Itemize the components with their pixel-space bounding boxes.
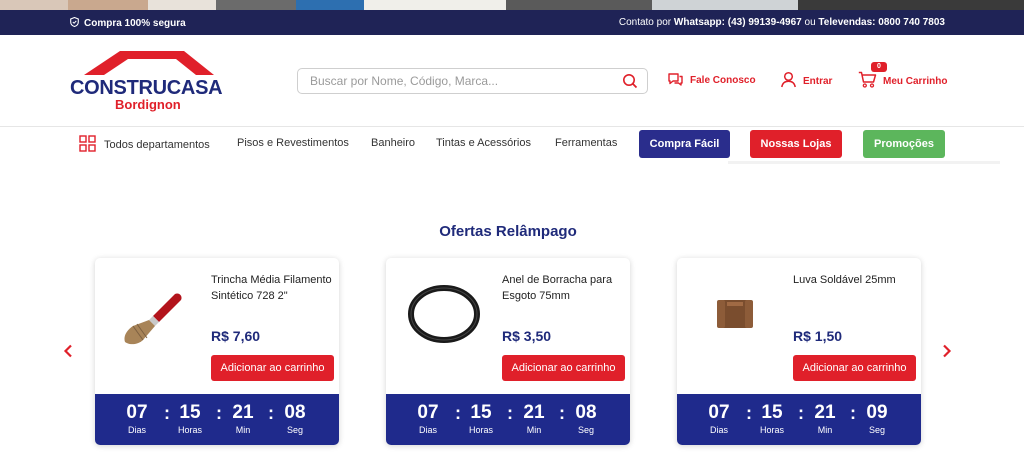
product-name[interactable]: Anel de Borracha para Esgoto 75mm <box>502 272 624 304</box>
timer-separator: : <box>746 403 752 423</box>
whatsapp-link[interactable]: Whatsapp: (43) 99139-4967 <box>674 17 802 28</box>
cart-label: Meu Carrinho <box>883 75 948 87</box>
rubber-ring-icon[interactable] <box>404 280 484 360</box>
contact-prefix: Contato por <box>618 17 674 28</box>
nav-item-tintas[interactable]: Tintas e Acessórios <box>436 137 531 149</box>
timer-separator: : <box>507 403 513 423</box>
contact-info: Contato por Whatsapp: (43) 99139-4967 ou… <box>619 17 945 28</box>
nav-divider <box>728 161 1000 164</box>
logo[interactable]: CONSTRUCASA Bordignon <box>70 49 230 112</box>
product-name[interactable]: Luva Soldável 25mm <box>793 272 915 288</box>
header: CONSTRUCASA Bordignon Fale Conosco Entra… <box>0 35 1024 127</box>
nav-item-banheiro[interactable]: Banheiro <box>371 137 415 149</box>
timer-separator: : <box>455 403 461 423</box>
search-input[interactable] <box>298 69 598 93</box>
product-card: Luva Soldável 25mm R$ 1,50 Adicionar ao … <box>677 258 921 445</box>
add-to-cart-button[interactable]: Adicionar ao carrinho <box>502 355 625 381</box>
nav-item-pisos[interactable]: Pisos e Revestimentos <box>237 137 349 149</box>
login-link[interactable]: Entrar <box>780 71 832 91</box>
search-box <box>297 68 648 94</box>
televendas-link[interactable]: Televendas: 0800 740 7803 <box>818 17 945 28</box>
product-price: R$ 3,50 <box>502 328 552 344</box>
nossas-lojas-button[interactable]: Nossas Lojas <box>750 130 842 158</box>
timer-seconds: 08 Seg <box>284 402 306 435</box>
timer-minutes: 21 Min <box>232 402 254 435</box>
shopping-cart-icon <box>858 71 877 91</box>
timer-days: 07 Dias <box>126 402 148 435</box>
carousel-next-arrow[interactable] <box>941 344 953 363</box>
chevron-right-icon <box>943 344 952 358</box>
contact-label: Fale Conosco <box>690 75 756 86</box>
banner-strip <box>0 0 1024 10</box>
timer-separator: : <box>850 403 856 423</box>
chevron-left-icon <box>63 344 72 358</box>
product-card: Anel de Borracha para Esgoto 75mm R$ 3,5… <box>386 258 630 445</box>
product-card: Trincha Média Filamento Sintético 728 2"… <box>95 258 339 445</box>
secure-purchase-notice: Compra 100% segura <box>70 16 186 30</box>
roof-logo-icon <box>84 51 214 75</box>
timer-days: 07 Dias <box>417 402 439 435</box>
timer-separator: : <box>268 403 274 423</box>
nav-all-departments[interactable]: Todos departamentos <box>79 135 210 155</box>
shield-icon <box>70 16 79 30</box>
grid-menu-icon <box>79 135 96 155</box>
contact-mid: ou <box>801 17 819 28</box>
timer-seconds: 09 Seg <box>866 402 888 435</box>
search-icon[interactable] <box>622 73 638 94</box>
countdown-timer: 07 Dias : 15 Horas : 21 Min : 08 Seg <box>386 394 630 445</box>
user-icon <box>780 71 797 91</box>
login-label: Entrar <box>803 75 833 87</box>
product-price: R$ 1,50 <box>793 328 843 344</box>
timer-minutes: 21 Min <box>523 402 545 435</box>
promocoes-button[interactable]: Promoções <box>863 130 945 158</box>
countdown-timer: 07 Dias : 15 Horas : 21 Min : 09 Seg <box>677 394 921 445</box>
cart-count-badge: 0 <box>871 62 887 72</box>
countdown-timer: 07 Dias : 15 Horas : 21 Min : 08 Seg <box>95 394 339 445</box>
timer-seconds: 08 Seg <box>575 402 597 435</box>
pipe-coupling-icon[interactable] <box>695 280 775 360</box>
timer-days: 07 Dias <box>708 402 730 435</box>
timer-minutes: 21 Min <box>814 402 836 435</box>
nav-departments-label: Todos departamentos <box>104 139 210 151</box>
timer-hours: 15 Horas <box>468 402 493 435</box>
timer-separator: : <box>798 403 804 423</box>
chat-bubbles-icon <box>667 71 684 90</box>
timer-separator: : <box>164 403 170 423</box>
add-to-cart-button[interactable]: Adicionar ao carrinho <box>793 355 916 381</box>
timer-separator: : <box>216 403 222 423</box>
timer-hours: 15 Horas <box>177 402 202 435</box>
carousel-prev-arrow[interactable] <box>62 344 74 363</box>
add-to-cart-button[interactable]: Adicionar ao carrinho <box>211 355 334 381</box>
contact-link[interactable]: Fale Conosco <box>667 71 756 90</box>
logo-sub: Bordignon <box>115 97 181 112</box>
nav-item-ferramentas[interactable]: Ferramentas <box>555 137 617 149</box>
product-name[interactable]: Trincha Média Filamento Sintético 728 2" <box>211 272 333 304</box>
cart-link[interactable]: Meu Carrinho <box>858 71 947 91</box>
secure-label: Compra 100% segura <box>84 18 186 29</box>
top-bar: Compra 100% segura Contato por Whatsapp:… <box>0 10 1024 35</box>
paint-brush-icon[interactable] <box>113 280 193 360</box>
timer-hours: 15 Horas <box>759 402 784 435</box>
timer-separator: : <box>559 403 565 423</box>
product-price: R$ 7,60 <box>211 328 261 344</box>
section-title: Ofertas Relâmpago <box>439 223 577 240</box>
compra-facil-button[interactable]: Compra Fácil <box>639 130 730 158</box>
main-nav: Todos departamentos Pisos e Revestimento… <box>0 127 1024 163</box>
